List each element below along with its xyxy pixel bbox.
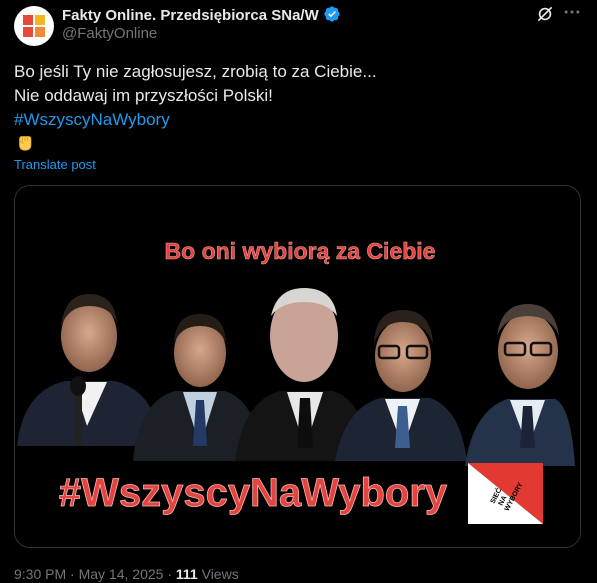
- display-name[interactable]: Fakty Online. Przedsiębiorca SNa/W: [62, 5, 341, 24]
- post: Fakty Online. Przedsiębiorca SNa/W @Fakt…: [0, 0, 597, 583]
- raised-fist-icon: [19, 136, 32, 151]
- views-label: Views: [201, 566, 239, 582]
- meta-separator-1: ·: [70, 566, 75, 582]
- meta-separator-2: ·: [167, 566, 172, 582]
- views-count: 111: [175, 566, 198, 582]
- post-date[interactable]: May 14, 2025: [79, 566, 164, 582]
- grok-icon[interactable]: [535, 4, 555, 24]
- post-text: Bo jeśli Ty nie zagłosujesz, zrobią to z…: [14, 60, 377, 132]
- translate-post-link[interactable]: Translate post: [14, 157, 96, 172]
- post-time[interactable]: 9:30 PM: [14, 566, 66, 582]
- campaign-graphic: Bo oni wybiorą za Ciebie #WszyscyNaWybor…: [15, 186, 580, 547]
- handle[interactable]: @FaktyOnline: [62, 25, 157, 42]
- post-meta: 9:30 PM · May 14, 2025 · 111 Views: [14, 566, 239, 582]
- media-hashtag-banner: #WszyscyNaWybory: [59, 471, 448, 515]
- post-line-2: Nie oddawaj im przyszłości Polski!: [14, 86, 273, 105]
- avatar[interactable]: [14, 6, 54, 46]
- sna-logo: SIEĆ NA WYBORY: [468, 463, 543, 524]
- more-icon[interactable]: [562, 2, 582, 22]
- display-name-text[interactable]: Fakty Online. Przedsiębiorca SNa/W: [62, 7, 319, 24]
- verified-badge-icon: [324, 6, 340, 22]
- hashtag-link[interactable]: #WszyscyNaWybory: [14, 108, 377, 132]
- media-headline: Bo oni wybiorą za Ciebie: [165, 238, 436, 264]
- post-line-1: Bo jeśli Ty nie zagłosujesz, zrobią to z…: [14, 62, 377, 81]
- media-image[interactable]: Bo oni wybiorą za Ciebie #WszyscyNaWybor…: [14, 185, 581, 548]
